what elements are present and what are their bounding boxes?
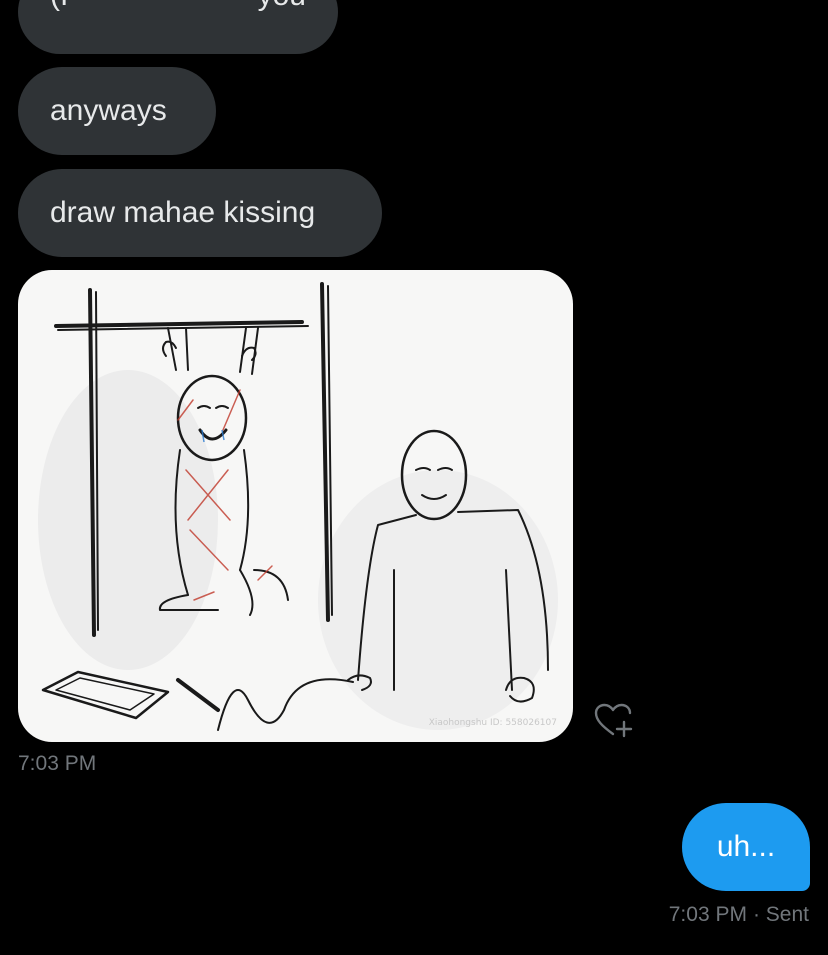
delivery-status: · Sent [752, 903, 809, 926]
message-text: (I [50, 0, 68, 14]
message-bubble-sent[interactable]: uh... [682, 803, 810, 891]
heart-plus-icon[interactable] [592, 700, 636, 740]
message-text: draw mahae kissing [50, 196, 316, 229]
conversation-view: (I you anyways draw mahae kissing [0, 0, 828, 955]
message-bubble-received-partial[interactable]: (I you [18, 0, 338, 54]
image-watermark: Xiaohongshu ID: 558026107 [428, 718, 557, 728]
message-text: uh... [716, 830, 776, 863]
sent-status: 7:03 PM · Sent [669, 903, 809, 927]
message-timestamp: 7:03 PM [668, 903, 747, 926]
message-bubble-received[interactable]: anyways [18, 67, 216, 155]
message-text: anyways [50, 94, 167, 127]
message-timestamp: 7:03 PM [18, 752, 97, 775]
message-bubble-received[interactable]: draw mahae kissing [18, 169, 382, 257]
message-image[interactable]: Xiaohongshu ID: 558026107 [18, 270, 573, 742]
sketch-drawing [38, 282, 558, 731]
message-text: you [258, 0, 306, 14]
